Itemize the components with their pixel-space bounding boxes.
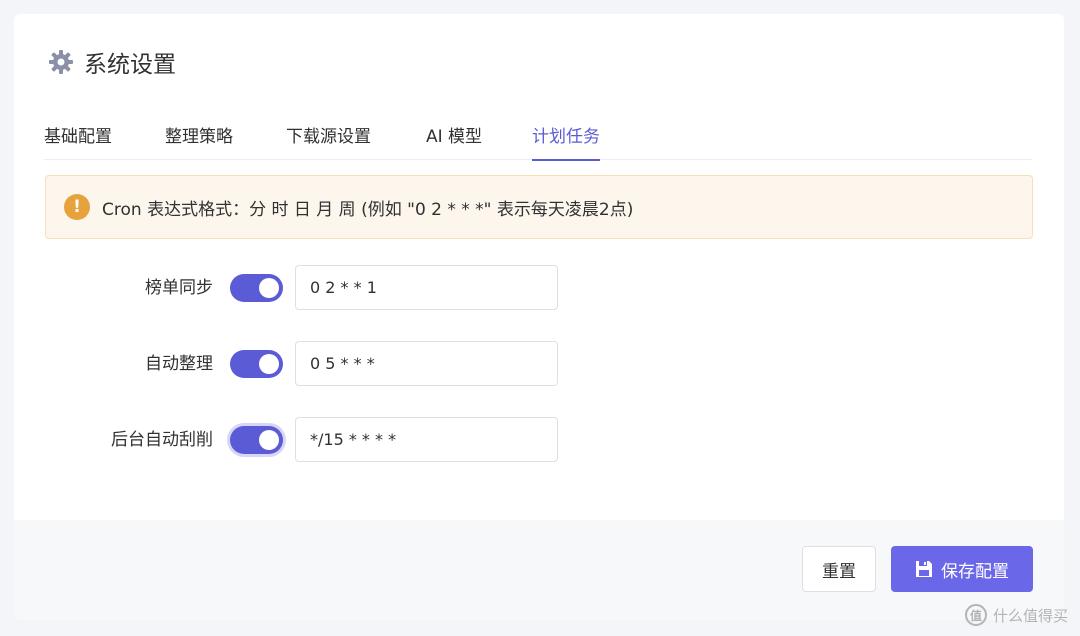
background-scrape-cron-input[interactable] bbox=[295, 417, 558, 462]
tab-organize-strategy[interactable]: 整理策略 bbox=[165, 114, 233, 160]
cron-format-alert: ! Cron 表达式格式：分 时 日 月 周 (例如 "0 2 * * *" 表… bbox=[45, 175, 1033, 239]
watermark-logo: 值 bbox=[964, 604, 987, 626]
reset-button[interactable]: 重置 bbox=[802, 546, 876, 592]
toggle-knob bbox=[259, 430, 279, 450]
task-row-auto-organize: 自动整理 bbox=[14, 341, 614, 387]
rank-sync-cron-input[interactable] bbox=[295, 265, 558, 310]
alert-text: Cron 表达式格式：分 时 日 月 周 (例如 "0 2 * * *" 表示每… bbox=[102, 199, 634, 220]
warning-icon: ! bbox=[64, 194, 90, 220]
watermark-text: 什么值得买 bbox=[992, 606, 1068, 625]
save-button-label: 保存配置 bbox=[941, 561, 1009, 582]
auto-organize-toggle[interactable] bbox=[230, 350, 283, 378]
settings-tabs: 基础配置 整理策略 下载源设置 AI 模型 计划任务 bbox=[44, 114, 1032, 161]
task-label: 后台自动刮削 bbox=[111, 430, 213, 450]
toggle-knob bbox=[259, 278, 279, 298]
task-row-rank-sync: 榜单同步 bbox=[14, 265, 614, 311]
page-title: 系统设置 bbox=[84, 52, 176, 78]
form-footer: 重置 保存配置 bbox=[14, 520, 1064, 620]
tab-scheduled-tasks[interactable]: 计划任务 bbox=[532, 114, 600, 161]
auto-organize-cron-input[interactable] bbox=[295, 341, 558, 386]
reset-button-label: 重置 bbox=[822, 561, 856, 582]
floppy-disk-icon bbox=[916, 561, 932, 577]
tab-download-source[interactable]: 下载源设置 bbox=[286, 114, 371, 160]
settings-card: 系统设置 基础配置 整理策略 下载源设置 AI 模型 计划任务 ! Cron 表… bbox=[14, 14, 1064, 620]
rank-sync-toggle[interactable] bbox=[230, 274, 283, 302]
task-label: 榜单同步 bbox=[145, 278, 213, 298]
toggle-knob bbox=[259, 354, 279, 374]
gear-icon bbox=[49, 50, 73, 74]
task-label: 自动整理 bbox=[145, 354, 213, 374]
page-header: 系统设置 bbox=[48, 46, 176, 78]
background-scrape-toggle[interactable] bbox=[230, 426, 283, 454]
tab-ai-model[interactable]: AI 模型 bbox=[426, 114, 482, 160]
tab-basic-config[interactable]: 基础配置 bbox=[44, 114, 112, 160]
save-config-button[interactable]: 保存配置 bbox=[891, 546, 1033, 592]
task-row-background-scrape: 后台自动刮削 bbox=[14, 417, 614, 463]
watermark: 值 什么值得买 bbox=[964, 604, 1068, 626]
